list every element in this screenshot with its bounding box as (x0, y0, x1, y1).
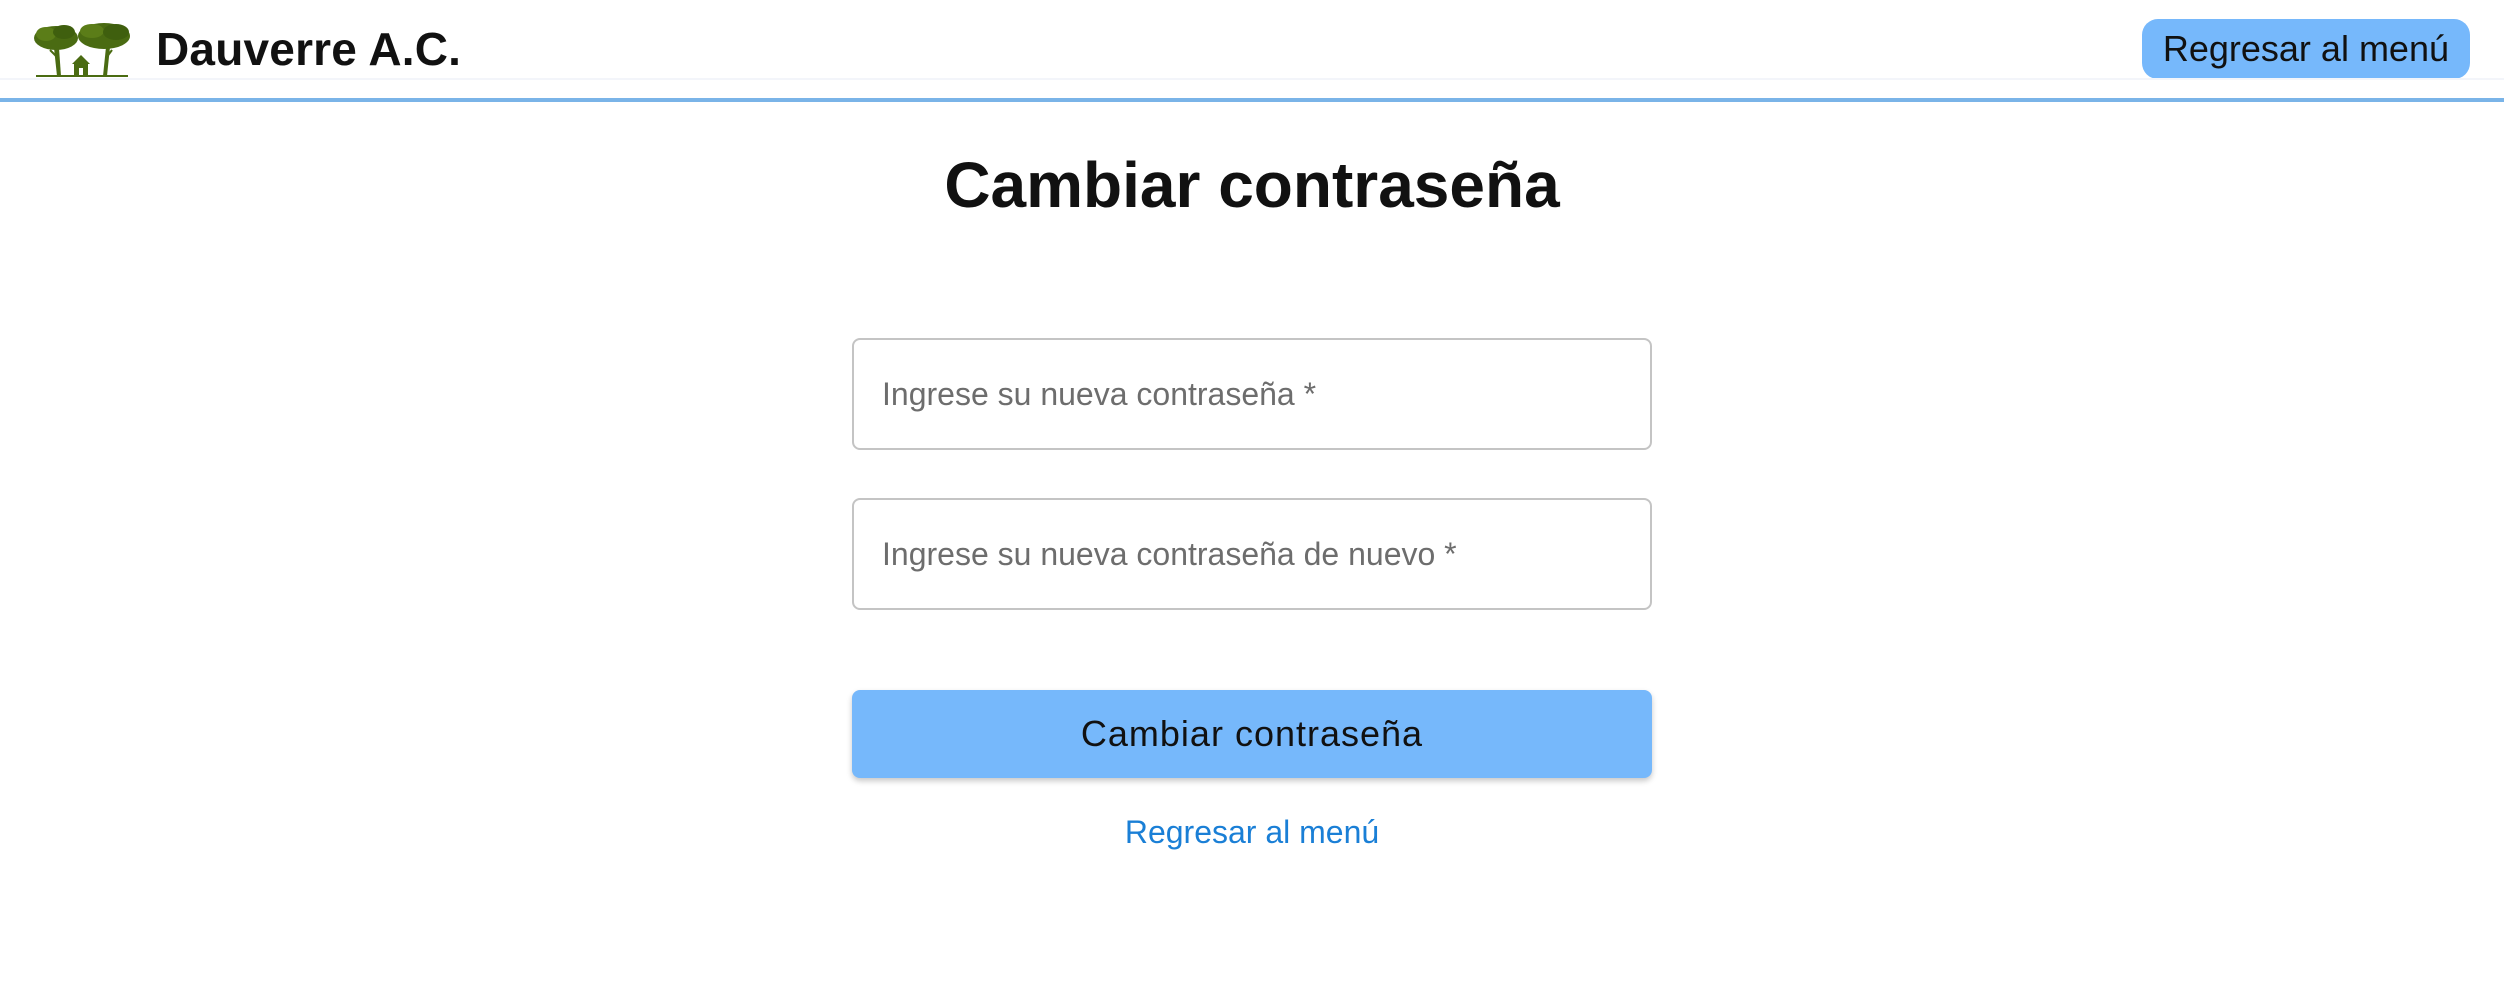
trees-house-logo-icon (34, 23, 130, 77)
brand-name: Dauverre A.C. (156, 23, 462, 75)
page-title: Cambiar contraseña (944, 149, 1560, 221)
back-to-menu-button[interactable]: Regresar al menú (2141, 19, 2470, 79)
new-password-field[interactable] (852, 338, 1652, 450)
confirm-password-input[interactable] (880, 534, 1650, 574)
confirm-password-field[interactable] (852, 498, 1652, 610)
change-password-form: Cambiar contraseña Regresar al menú (852, 338, 1652, 851)
brand[interactable]: Dauverre A.C. (32, 18, 461, 80)
top-navigation-bar: Dauverre A.C. Regresar al menú (0, 0, 2504, 102)
change-password-button[interactable]: Cambiar contraseña (852, 690, 1652, 778)
back-to-menu-link[interactable]: Regresar al menú (852, 814, 1652, 851)
new-password-input[interactable] (880, 374, 1650, 414)
